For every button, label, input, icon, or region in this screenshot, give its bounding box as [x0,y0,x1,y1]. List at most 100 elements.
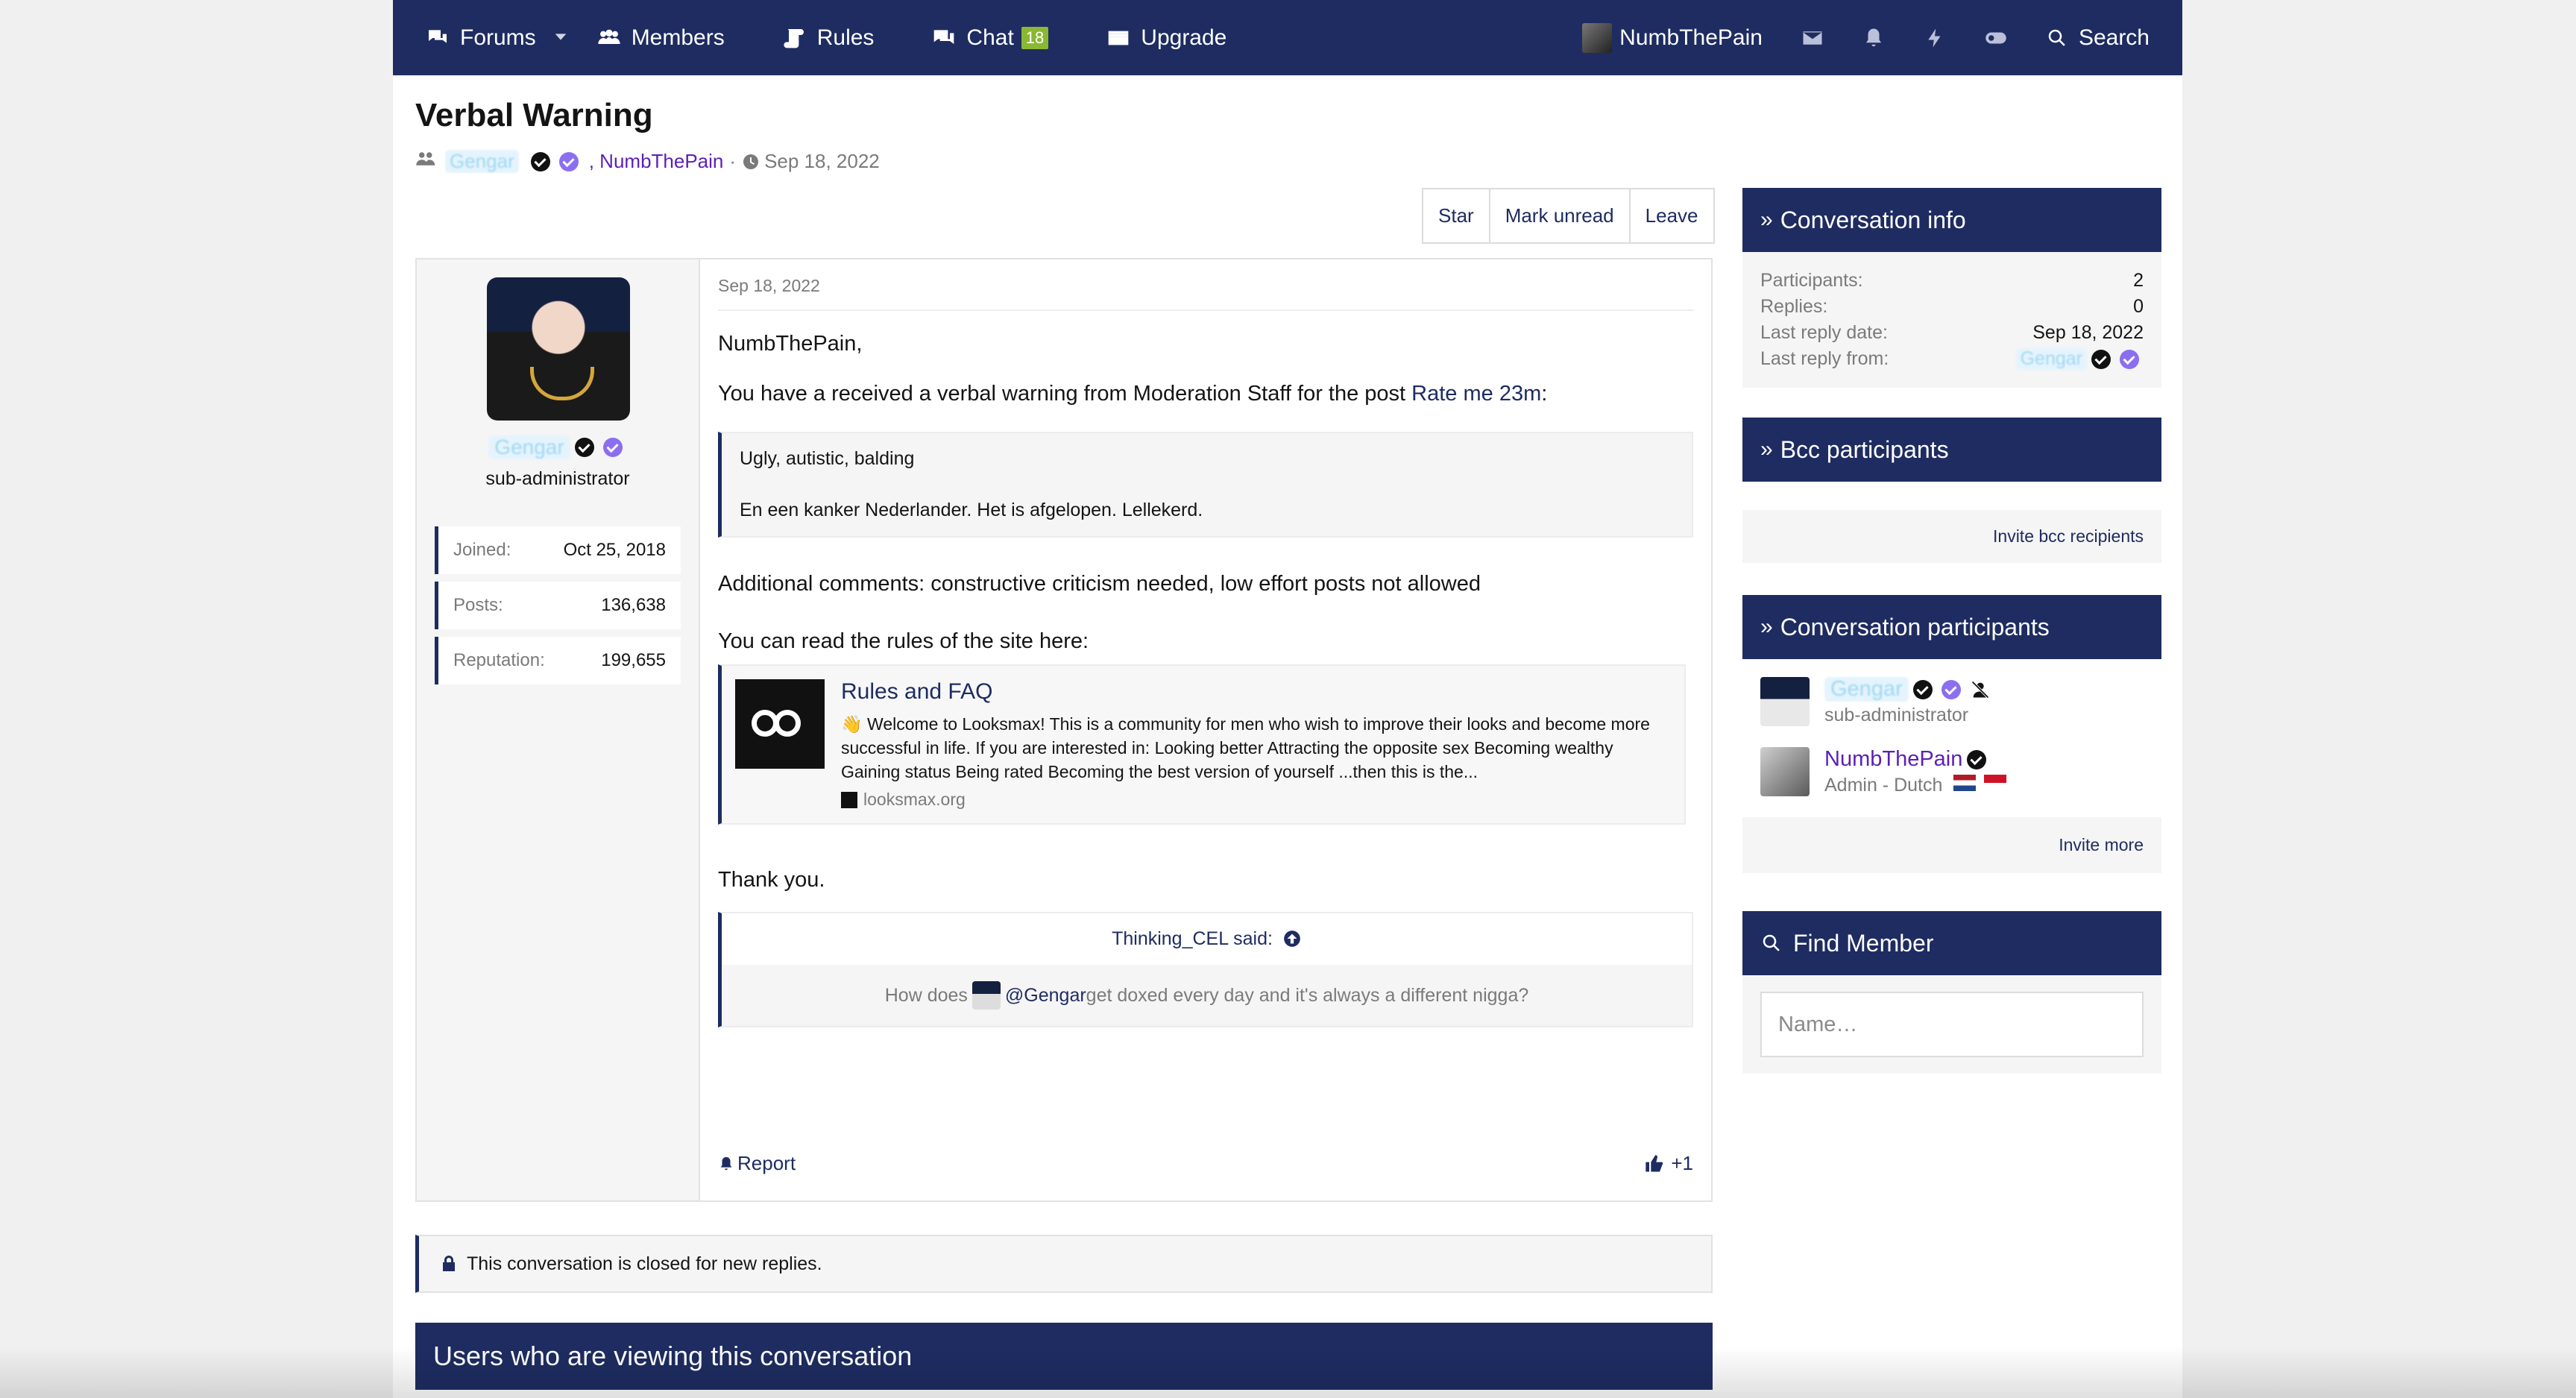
participant-name-link[interactable]: NumbThePain [1824,747,1962,772]
nav-members[interactable]: Members [597,25,725,51]
invite-more-link[interactable]: Invite more [1760,835,2144,855]
envelope-icon [1803,31,1822,45]
arrow-up-circle-icon [1284,931,1300,947]
nav-search[interactable]: Search [2046,25,2150,51]
last-reply-user-link[interactable]: Gengar [2015,348,2087,370]
nav-account[interactable]: NumbThePain [1582,22,1763,53]
verified-check-icon [1912,679,1933,699]
verified-check-icon [574,438,594,457]
quoted-reply: Thinking_CEL said: How does @Gengar get … [718,912,1693,1027]
style-toggle-button[interactable] [1985,27,2007,49]
inbox-button[interactable] [1801,27,1824,49]
conversation-participants-header: » Conversation participants [1742,595,2161,659]
page: Forums Members Rules Chat 18 Upgrade Num… [393,0,2182,1398]
bell-icon [720,1156,732,1170]
conversation-info-block: » Conversation info Participants: 2 Replie… [1742,188,2161,388]
find-member-input[interactable] [1760,992,2144,1057]
rules-intro: You can read the rules of the site here: [718,629,1089,653]
participant-gengar: Gengar sub-administrator [1760,677,2144,726]
indonesia-flag-icon [1984,775,2007,791]
participants-icon [415,148,438,175]
premium-check-icon [2120,349,2139,369]
author-stats: Joined: Oct 25, 2018 Posts: 136,638 Reputa… [435,526,681,692]
message: Gengar sub-administrator Joined: Oct 25, … [415,258,1713,1202]
chat-count-badge: 18 [1021,26,1049,49]
scroll-icon [784,28,804,48]
bcc-participants-block: » Bcc participants Invite bcc recipients [1742,418,2161,563]
forums-dropdown-caret[interactable] [552,25,569,51]
warned-post-quote: Ugly, autistic, balding En een kanker Ne… [718,432,1693,538]
message-date[interactable]: Sep 18, 2022 [718,276,1693,311]
whats-new-button[interactable] [1924,27,1946,49]
forums-icon [429,29,447,43]
report-button[interactable]: Report [718,1152,796,1175]
caret-down-icon [555,33,567,40]
mark-unread-button[interactable]: Mark unread [1490,189,1631,242]
participant-role: sub-administrator [1824,705,1969,725]
premium-check-icon [1941,679,1961,699]
warned-post-link[interactable]: Rate me 23m [1411,382,1541,406]
thanks-text: Thank you. [718,868,825,892]
thumbs-up-icon [1646,1154,1663,1171]
search-icon [2048,29,2065,46]
lock-icon [443,1256,455,1271]
info-replies: Replies: 0 [1760,296,2144,317]
participant-name-link[interactable]: Gengar [1824,677,1909,702]
credit-card-icon [1108,31,1129,45]
leave-button[interactable]: Leave [1630,189,1713,242]
alerts-button[interactable] [1862,27,1885,49]
embed-title[interactable]: Rules and FAQ [841,679,1671,705]
bcc-participants-header: » Bcc participants [1742,418,2161,482]
nav-upgrade[interactable]: Upgrade [1106,25,1226,51]
quote-attribution[interactable]: Thinking_CEL said: [722,913,1692,965]
double-chevron-icon: » [1760,614,1773,639]
message-body: Sep 18, 2022 NumbThePain, You have a rec… [700,259,1711,1200]
netherlands-flag-icon [1953,775,1977,791]
embed-domain: looksmax.org [841,790,1671,810]
conversation-participants-block: » Conversation participants Gengar sub-ad… [1742,595,2161,873]
find-member-header: Find Member [1742,911,2161,975]
star-button[interactable]: Star [1423,189,1490,242]
bottom-shadow [0,1346,2576,1398]
find-member-block: Find Member [1742,911,2161,1074]
stat-joined: Joined: Oct 25, 2018 [435,526,681,574]
double-chevron-icon: » [1760,207,1773,232]
participant-link-numbthepain[interactable]: , NumbThePain [589,150,724,173]
conversation-actions: Star Mark unread Leave [1422,188,1715,244]
double-chevron-icon: » [1760,437,1773,462]
verified-check-icon [1967,749,1987,769]
clock-icon [743,154,759,169]
looksmax-logo-icon [735,679,825,769]
mention-link[interactable]: @Gengar [1005,985,1086,1007]
verified-check-icon [530,151,550,171]
page-title: Verbal Warning [415,97,653,133]
author-name-link[interactable]: Gengar [488,435,570,459]
invite-bcc-link[interactable]: Invite bcc recipients [1760,526,2144,547]
verified-check-icon [2091,349,2111,369]
nav-rules[interactable]: Rules [783,25,874,51]
author-avatar[interactable] [487,277,630,421]
participant-numbthepain: NumbThePain Admin - Dutch [1760,747,2144,796]
author-name: Gengar [417,435,699,459]
stat-reputation: Reputation: 199,655 [435,637,681,684]
mention-avatar [971,981,1001,1010]
like-button[interactable]: +1 [1644,1152,1693,1175]
participant-avatar[interactable] [1760,747,1810,796]
premium-check-icon [558,151,579,171]
embed-description: 👋 Welcome to Looksmax! This is a communi… [841,714,1650,781]
message-user-panel: Gengar sub-administrator Joined: Oct 25, … [417,259,700,1200]
participant-link-blurred[interactable]: Gengar [445,150,519,173]
user-slash-icon [1971,680,1989,699]
search-icon [1763,934,1780,951]
conversation-info-header: » Conversation info [1742,188,2161,252]
premium-check-icon [602,438,623,457]
info-last-reply-from: Last reply from: Gengar [1760,348,2144,370]
participant-avatar[interactable] [1760,677,1810,726]
participant-role: Admin - Dutch [1824,775,2007,796]
nav-chat[interactable]: Chat 18 [932,25,1049,51]
quote-content: How does @Gengar get doxed every day and… [722,965,1692,1026]
rules-link-embed[interactable]: Rules and FAQ 👋 Welcome to Looksmax! Thi… [718,664,1686,825]
author-role: sub-administrator [485,468,630,489]
nav-forums[interactable]: Forums [426,25,567,51]
additional-comments: Additional comments: constructive critic… [718,572,1481,596]
